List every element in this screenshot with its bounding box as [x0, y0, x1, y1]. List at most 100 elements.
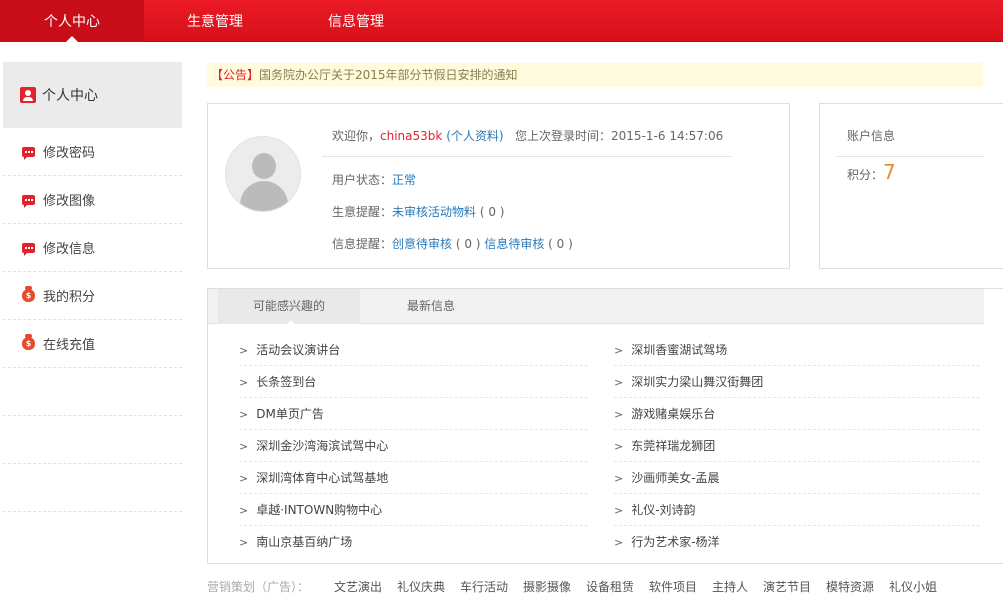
footer-link[interactable]: 礼仪庆典	[397, 576, 445, 598]
list-item[interactable]: > 卓越·INTOWN购物中心	[239, 494, 588, 526]
chevron-right-icon: >	[239, 440, 249, 453]
info-pending-count: ( 0 )	[548, 237, 573, 251]
status-row: 用户状态：正常	[332, 171, 416, 188]
avatar-head	[252, 153, 276, 179]
tab-interested[interactable]: 可能感兴趣的	[218, 289, 360, 325]
chevron-right-icon: >	[239, 376, 249, 389]
sidebar-item-change-avatar[interactable]: 修改图像	[3, 176, 182, 224]
account-panel: 账户信息 积分：7	[819, 103, 1003, 269]
avatar[interactable]	[225, 136, 301, 212]
sidebar-item-edit-info[interactable]: 修改信息	[3, 224, 182, 272]
welcome-row: 欢迎你，china53bk (个人资料) 您上次登录时间：2015-1-6 14…	[332, 127, 723, 144]
list-item[interactable]: > 沙画师美女-孟晨	[614, 462, 980, 494]
sidebar-header[interactable]: 个人中心	[3, 62, 182, 128]
list-item[interactable]: > 深圳香蜜湖试驾场	[614, 334, 980, 366]
sidebar-item-label: 修改密码	[43, 146, 96, 161]
user-icon	[20, 87, 36, 103]
chevron-right-icon: >	[614, 536, 624, 549]
list-item[interactable]: > 礼仪-刘诗韵	[614, 494, 980, 526]
list-item-label: 长条签到台	[256, 375, 317, 389]
info-reminder-label: 信息提醒：	[332, 237, 393, 251]
list-item[interactable]: > 长条签到台	[239, 366, 588, 398]
business-reminder-row: 生意提醒：未审核活动物料 ( 0 )	[332, 203, 505, 220]
footer-link[interactable]: 车行活动	[460, 576, 508, 598]
points-row: 积分：7	[847, 160, 896, 184]
info-pending-link[interactable]: 信息待审核	[484, 237, 544, 251]
sidebar-item-label: 修改信息	[43, 242, 96, 257]
list-item-label: 礼仪-刘诗韵	[631, 503, 696, 517]
list-item-label: 活动会议演讲台	[256, 343, 341, 357]
sidebar-item-label: 在线充值	[43, 338, 96, 353]
list-item-label: 深圳金沙湾海滨试驾中心	[256, 439, 389, 453]
sidebar-empty-row	[3, 368, 182, 416]
announcement-bar[interactable]: 【公告】国务院办公厅关于2015年部分节假日安排的通知	[207, 63, 983, 87]
list-item-label: 游戏赌桌娱乐台	[631, 407, 716, 421]
list-item[interactable]: > DM单页广告	[239, 398, 588, 430]
sidebar-item-online-recharge[interactable]: $ 在线充值	[3, 320, 182, 368]
sidebar-item-my-points[interactable]: $ 我的积分	[3, 272, 182, 320]
chevron-right-icon: >	[239, 408, 249, 421]
footer-link[interactable]: 演艺节目	[763, 576, 811, 598]
chevron-right-icon: >	[614, 376, 624, 389]
points-value: 7	[883, 160, 896, 184]
tab-latest-info[interactable]: 最新信息	[360, 289, 502, 324]
unreviewed-materials-link[interactable]: 未审核活动物料	[392, 205, 476, 219]
chat-icon	[22, 242, 35, 256]
list-item-label: 东莞祥瑞龙狮团	[631, 439, 716, 453]
list-item[interactable]: > 深圳金沙湾海滨试驾中心	[239, 430, 588, 462]
announcement-text[interactable]: 国务院办公厅关于2015年部分节假日安排的通知	[259, 68, 518, 82]
chevron-right-icon: >	[239, 344, 249, 357]
list-item[interactable]: > 深圳实力梁山舞汉街舞团	[614, 366, 980, 398]
marketing-label: 营销策划（广告）：	[207, 580, 310, 594]
nav-business-management[interactable]: 生意管理	[172, 0, 258, 42]
sidebar-item-label: 修改图像	[43, 194, 96, 209]
sidebar: 个人中心 修改密码 修改图像 修改信息 $ 我的积分 $ 在线充值	[3, 62, 182, 613]
status-label: 用户状态：	[332, 173, 393, 187]
chevron-right-icon: >	[239, 472, 249, 485]
chevron-right-icon: >	[614, 440, 624, 453]
announcement-tag: 【公告】	[211, 68, 260, 82]
footer-link[interactable]: 摄影摄像	[523, 576, 571, 598]
chevron-right-icon: >	[614, 408, 624, 421]
chevron-right-icon: >	[614, 344, 624, 357]
sidebar-item-change-password[interactable]: 修改密码	[3, 128, 182, 176]
sidebar-empty-row	[3, 416, 182, 464]
creative-pending-count: ( 0 )	[455, 237, 481, 251]
footer-link[interactable]: 礼仪小姐	[889, 576, 937, 598]
avatar-body	[240, 181, 288, 211]
profile-panel: 欢迎你，china53bk (个人资料) 您上次登录时间：2015-1-6 14…	[207, 103, 790, 269]
footer-link[interactable]: 模特资源	[826, 576, 874, 598]
list-item-label: DM单页广告	[256, 407, 324, 421]
list-item-label: 深圳实力梁山舞汉街舞团	[631, 375, 764, 389]
list-item[interactable]: > 行为艺术家-杨洋	[614, 526, 980, 558]
top-nav: 个人中心 生意管理 信息管理	[0, 0, 1003, 42]
chevron-right-icon: >	[614, 472, 624, 485]
status-value: 正常	[392, 173, 417, 187]
list-item[interactable]: > 东莞祥瑞龙狮团	[614, 430, 980, 462]
footer-link[interactable]: 文艺演出	[334, 576, 382, 598]
chevron-right-icon: >	[614, 504, 624, 517]
account-title: 账户信息	[847, 129, 896, 143]
tab-bar: 可能感兴趣的 最新信息	[208, 289, 984, 325]
list-item[interactable]: > 深圳湾体育中心试驾基地	[239, 462, 588, 494]
list-item[interactable]: > 活动会议演讲台	[239, 334, 588, 366]
footer-link[interactable]: 设备租赁	[586, 576, 634, 598]
list-item-label: 行为艺术家-杨洋	[631, 535, 720, 549]
money-bag-icon: $	[22, 334, 35, 350]
sidebar-empty-row	[3, 464, 182, 512]
list-item[interactable]: > 游戏赌桌娱乐台	[614, 398, 980, 430]
points-label: 积分：	[847, 168, 884, 182]
list-item-label: 南山京基百纳广场	[256, 535, 353, 549]
footer-link[interactable]: 主持人	[712, 576, 748, 598]
list-item-label: 深圳湾体育中心试驾基地	[256, 471, 389, 485]
business-reminder-label: 生意提醒：	[332, 205, 393, 219]
chat-icon	[22, 194, 35, 208]
profile-link[interactable]: (个人资料)	[446, 129, 503, 143]
list-item-label: 沙画师美女-孟晨	[631, 471, 720, 485]
info-reminder-row: 信息提醒：创意待审核 ( 0 ) 信息待审核 ( 0 )	[332, 235, 573, 252]
list-item[interactable]: > 南山京基百纳广场	[239, 526, 588, 558]
creative-pending-link[interactable]: 创意待审核	[392, 237, 452, 251]
footer-link[interactable]: 软件项目	[649, 576, 697, 598]
chevron-right-icon: >	[239, 536, 249, 549]
nav-info-management[interactable]: 信息管理	[313, 0, 399, 42]
